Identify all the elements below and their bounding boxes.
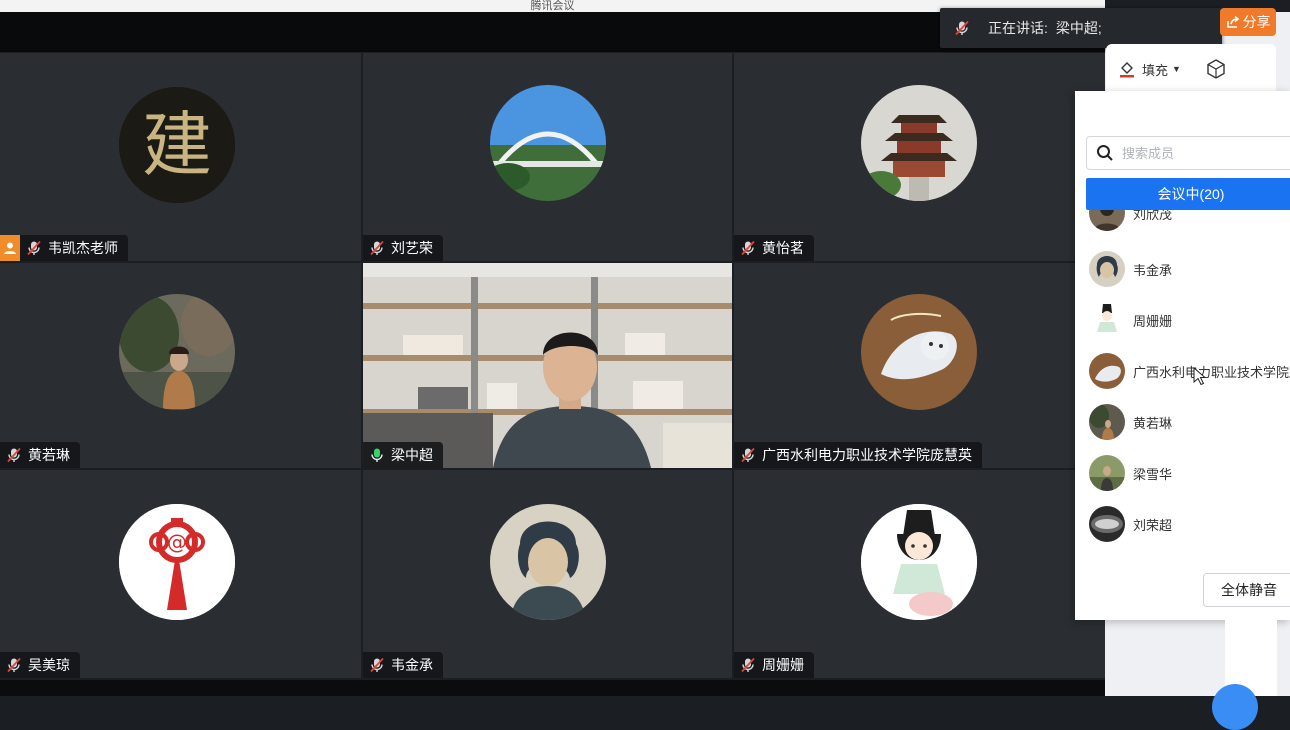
- member-avatar: [1089, 506, 1125, 542]
- chevron-down-icon: ▼: [1172, 64, 1181, 74]
- member-name: 刘欣茂: [1133, 210, 1173, 222]
- mic-muted-icon: [369, 657, 385, 673]
- share-button[interactable]: 分享: [1220, 8, 1276, 36]
- mic-muted-icon: [6, 657, 22, 673]
- member-name: 周姗姗: [1133, 313, 1173, 329]
- member-avatar: [1089, 353, 1125, 389]
- participant-name: 吴美琼: [28, 657, 70, 673]
- member-avatar: [1089, 302, 1125, 338]
- participant-nametag: 广西水利电力职业技术学院庞慧英: [734, 442, 982, 468]
- mic-muted-icon: [26, 240, 42, 256]
- member-list[interactable]: 刘欣茂 韦金承 周姗姗 广西水利电力职业技术学院庞 黄若琳 梁雪华 刘荣超: [1075, 210, 1290, 555]
- camera-video: [363, 263, 732, 468]
- participant-nametag: 周姗姗: [734, 652, 814, 678]
- tab-in-meeting-label: 会议中(20): [1157, 186, 1225, 202]
- member-avatar: [1089, 251, 1125, 287]
- search-icon: [1097, 145, 1113, 161]
- participant-name: 黄若琳: [28, 447, 70, 463]
- member-name: 梁雪华: [1133, 466, 1173, 482]
- participant-name: 韦金承: [391, 657, 433, 673]
- member-search-input[interactable]: [1122, 145, 1272, 161]
- member-item[interactable]: 周姗姗: [1089, 302, 1289, 338]
- participant-name: 黄怡茗: [762, 240, 804, 256]
- floating-action-button[interactable]: [1212, 684, 1258, 730]
- participant-nametag: 韦凯杰老师: [0, 235, 128, 261]
- cartoon-avatar: [861, 504, 977, 620]
- mic-muted-icon: [740, 657, 756, 673]
- member-avatar: [1089, 404, 1125, 440]
- speaking-label: 正在讲话:: [988, 20, 1048, 36]
- mic-muted-icon: [954, 20, 970, 36]
- portrait-avatar: [119, 294, 235, 410]
- cube-icon: [1207, 59, 1225, 79]
- mute-all-button[interactable]: 全体静音: [1203, 573, 1290, 607]
- video-tile-2[interactable]: 刘艺荣: [363, 53, 732, 261]
- video-tile-6[interactable]: 广西水利电力职业技术学院庞慧英: [734, 263, 1105, 468]
- tab-in-meeting[interactable]: 会议中(20): [1086, 178, 1290, 210]
- participant-name: 周姗姗: [762, 657, 804, 673]
- video-tile-4[interactable]: 黄若琳: [0, 263, 361, 468]
- fill-bucket-icon: [1120, 62, 1134, 78]
- participant-nametag: 黄若琳: [0, 442, 80, 468]
- member-name: 黄若琳: [1133, 415, 1173, 431]
- annotation-tools: 填充 ▼: [1106, 44, 1276, 94]
- member-item[interactable]: 韦金承: [1089, 251, 1289, 287]
- svg-text:建: 建: [142, 104, 212, 186]
- participant-nametag: 黄怡茗: [734, 235, 814, 261]
- member-item[interactable]: 刘荣超: [1089, 506, 1289, 542]
- cat-avatar: [861, 294, 977, 410]
- member-name: 广西水利电力职业技术学院庞: [1133, 364, 1290, 380]
- member-item[interactable]: 广西水利电力职业技术学院庞: [1089, 353, 1290, 389]
- video-tile-7[interactable]: @ 吴美琼: [0, 470, 361, 678]
- participant-nametag: 韦金承: [363, 652, 443, 678]
- mute-all-label: 全体静音: [1221, 582, 1277, 598]
- svg-text:@: @: [167, 530, 187, 554]
- member-item[interactable]: 黄若琳: [1089, 404, 1289, 440]
- participant-name: 梁中超: [391, 447, 433, 463]
- share-icon: [1226, 15, 1239, 28]
- video-tile-9[interactable]: 周姗姗: [734, 470, 1105, 678]
- member-avatar: [1089, 210, 1125, 231]
- member-item[interactable]: 梁雪华: [1089, 455, 1289, 491]
- share-label: 分享: [1242, 14, 1271, 30]
- mouse-cursor-icon: [1193, 367, 1207, 385]
- bridge-avatar: [490, 85, 606, 201]
- video-tile-1[interactable]: 建 韦凯杰老师: [0, 53, 361, 261]
- host-icon: [0, 235, 20, 261]
- participant-nametag: 刘艺荣: [363, 235, 443, 261]
- participant-name: 广西水利电力职业技术学院庞慧英: [762, 447, 972, 463]
- window-title: 腾讯会议: [530, 0, 575, 12]
- participant-name: 韦凯杰老师: [48, 240, 118, 256]
- sketch-avatar: [490, 504, 606, 620]
- member-item[interactable]: 刘欣茂: [1089, 210, 1289, 231]
- members-panel: 会议中(20) 刘欣茂 韦金承 周姗姗 广西水利电力职业技术学院庞: [1075, 91, 1290, 620]
- mic-muted-icon: [740, 240, 756, 256]
- cube-tool-button[interactable]: [1205, 58, 1227, 80]
- participant-nametag: 吴美琼: [0, 652, 80, 678]
- speaking-indicator: 正在讲话: 梁中超;: [940, 8, 1222, 48]
- member-search[interactable]: [1086, 136, 1290, 170]
- calligraphy-avatar: 建: [119, 87, 235, 203]
- fill-tool-button[interactable]: 填充 ▼: [1118, 60, 1181, 79]
- chinese-knot-avatar: @: [119, 504, 235, 620]
- pavilion-avatar: [861, 85, 977, 201]
- video-tile-8[interactable]: 韦金承: [363, 470, 732, 678]
- member-avatar: [1089, 455, 1125, 491]
- speaking-name: 梁中超;: [1055, 20, 1102, 36]
- mic-muted-icon: [740, 447, 756, 463]
- video-bottom-band: [0, 680, 1105, 696]
- participant-name: 刘艺荣: [391, 240, 433, 256]
- video-tile-3[interactable]: 黄怡茗: [734, 53, 1105, 261]
- member-name: 刘荣超: [1133, 517, 1173, 533]
- mic-muted-icon: [6, 447, 22, 463]
- mic-on-icon: [369, 447, 385, 463]
- fill-label: 填充: [1142, 62, 1169, 78]
- video-tile-active-speaker[interactable]: 梁中超: [363, 263, 732, 468]
- participant-nametag: 梁中超: [363, 442, 443, 468]
- member-name: 韦金承: [1133, 262, 1173, 278]
- mic-muted-icon: [369, 240, 385, 256]
